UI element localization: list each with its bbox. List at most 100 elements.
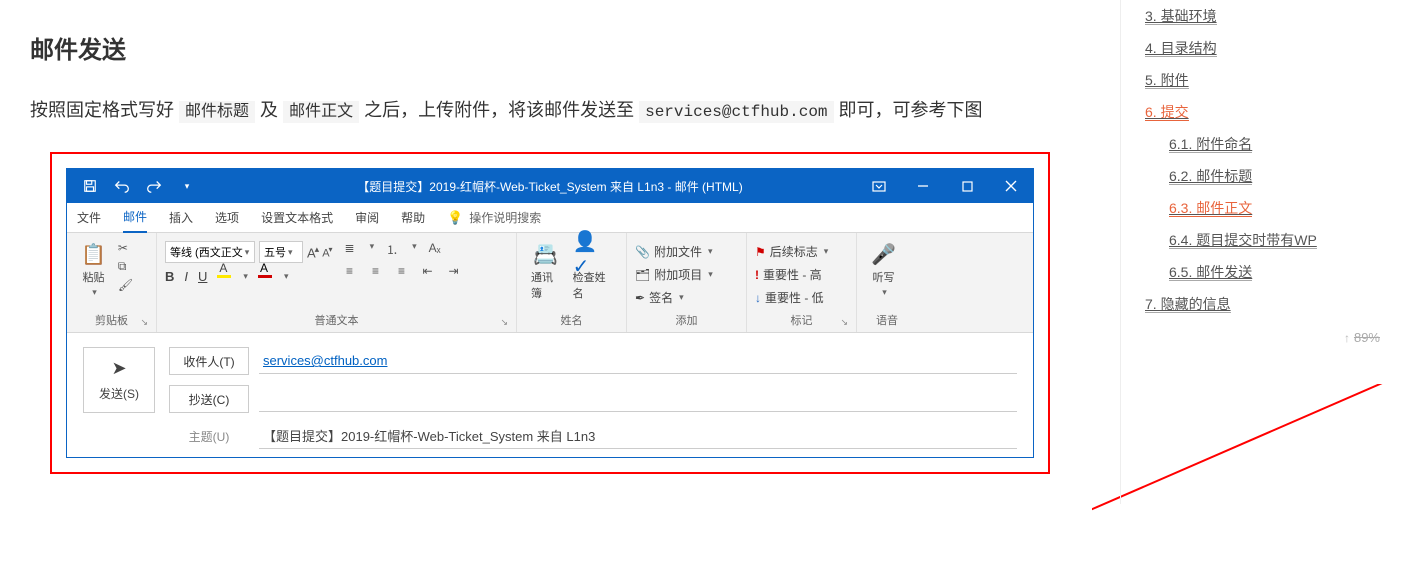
indent-right-icon[interactable]: ⇥ bbox=[446, 264, 462, 278]
align-left-icon[interactable]: ≡ bbox=[342, 264, 358, 278]
align-right-icon[interactable]: ≡ bbox=[394, 264, 410, 278]
to-input[interactable]: services@ctfhub.com bbox=[259, 348, 1017, 374]
outlook-window: ▾ 【题目提交】2019-红帽杯-Web-Ticket_System 来自 L1… bbox=[66, 168, 1034, 458]
undo-icon[interactable] bbox=[107, 171, 137, 201]
email-address: services@ctfhub.com bbox=[639, 101, 833, 123]
redo-icon[interactable] bbox=[139, 171, 169, 201]
group-voice: 语音 bbox=[865, 308, 909, 332]
cc-button[interactable]: 抄送(C) bbox=[169, 385, 249, 413]
arrow-down-icon: ↓ bbox=[755, 291, 761, 305]
toc-link[interactable]: 6. 提交 bbox=[1145, 104, 1189, 121]
font-size-select[interactable]: 五号▾ bbox=[259, 241, 303, 263]
text: 即可，可参考下图 bbox=[839, 100, 983, 120]
toc-item[interactable]: 5. 附件 bbox=[1145, 64, 1390, 96]
screenshot-figure: ▾ 【题目提交】2019-红帽杯-Web-Ticket_System 来自 L1… bbox=[50, 152, 1050, 474]
scroll-progress[interactable]: ↑ 89% bbox=[1344, 330, 1380, 345]
paste-label: 粘贴 bbox=[82, 269, 104, 285]
dialog-launcher-icon[interactable]: ↘ bbox=[140, 317, 148, 328]
checknames-button[interactable]: 👤✓ 检查姓名 bbox=[573, 241, 612, 301]
toc-link[interactable]: 6.4. 题目提交时带有WP bbox=[1169, 232, 1317, 249]
toc-item[interactable]: 6.4. 题目提交时带有WP bbox=[1145, 224, 1390, 256]
inline-code-body: 邮件正文 bbox=[283, 101, 359, 123]
dictate-label: 听写 bbox=[872, 269, 894, 285]
cc-input[interactable] bbox=[259, 386, 1017, 412]
maximize-icon[interactable] bbox=[945, 170, 989, 202]
toc-link[interactable]: 6.2. 邮件标题 bbox=[1169, 168, 1252, 185]
copy-icon[interactable]: ⧉ bbox=[118, 259, 133, 274]
tab-insert[interactable]: 插入 bbox=[169, 209, 193, 226]
inline-code-title: 邮件标题 bbox=[179, 101, 255, 123]
importance-high-button[interactable]: !重要性 - 高 bbox=[755, 264, 828, 285]
group-names: 姓名 bbox=[525, 308, 618, 332]
indent-left-icon[interactable]: ⇤ bbox=[420, 264, 436, 278]
toc-item[interactable]: 6.2. 邮件标题 bbox=[1145, 160, 1390, 192]
tab-format[interactable]: 设置文本格式 bbox=[261, 209, 333, 226]
highlight-button[interactable] bbox=[217, 275, 231, 278]
send-button[interactable]: ➤ 发送(S) bbox=[83, 347, 155, 413]
format-painter-icon[interactable]: 🖌 bbox=[118, 278, 133, 292]
ribbon-collapse-icon[interactable] bbox=[857, 170, 901, 202]
toc-sidebar: 3. 基础环境 4. 目录结构 5. 附件 6. 提交 6.1. 附件命名 6.2. 邮件… bbox=[1120, 0, 1400, 504]
dictate-button[interactable]: 🎤 听写 ▾ bbox=[871, 241, 896, 298]
dialog-launcher-icon[interactable]: ↘ bbox=[840, 317, 848, 328]
group-clipboard: 剪贴板 bbox=[95, 315, 128, 327]
tell-me-label: 操作说明搜索 bbox=[469, 209, 541, 226]
checknames-icon: 👤✓ bbox=[573, 241, 612, 267]
toc-link[interactable]: 3. 基础环境 bbox=[1145, 8, 1217, 25]
bold-button[interactable]: B bbox=[165, 269, 174, 284]
group-add: 添加 bbox=[635, 308, 738, 332]
toc-link[interactable]: 6.5. 邮件发送 bbox=[1169, 264, 1252, 281]
attach-item-button[interactable]: 🗂附加项目▾ bbox=[635, 264, 713, 285]
group-font: 普通文本 bbox=[315, 315, 359, 327]
toc-item[interactable]: 6.1. 附件命名 bbox=[1145, 128, 1390, 160]
italic-button[interactable]: I bbox=[184, 269, 188, 284]
bullets-icon[interactable]: ≣ bbox=[342, 241, 358, 258]
paste-button[interactable]: 📋 粘贴 ▾ bbox=[81, 241, 106, 298]
toc-item[interactable]: 6.3. 邮件正文 bbox=[1145, 192, 1390, 224]
importance-low-button[interactable]: ↓重要性 - 低 bbox=[755, 287, 828, 308]
minimize-icon[interactable] bbox=[901, 170, 945, 202]
tab-file[interactable]: 文件 bbox=[77, 209, 101, 226]
attach-file-button[interactable]: 📎附加文件▾ bbox=[635, 241, 713, 262]
underline-button[interactable]: U bbox=[198, 269, 207, 284]
toc-item[interactable]: 6.5. 邮件发送 bbox=[1145, 256, 1390, 288]
qat-dropdown-icon[interactable]: ▾ bbox=[171, 171, 201, 201]
toc-item[interactable]: 3. 基础环境 bbox=[1145, 0, 1390, 32]
signature-button[interactable]: ✒签名▾ bbox=[635, 287, 713, 308]
tab-help[interactable]: 帮助 bbox=[401, 209, 425, 226]
toc-item[interactable]: 4. 目录结构 bbox=[1145, 32, 1390, 64]
bulb-icon: 💡 bbox=[447, 210, 463, 226]
paragraph: 按照固定格式写好 邮件标题 及 邮件正文 之后，上传附件，将该邮件发送至 ser… bbox=[30, 89, 1090, 132]
toc-link[interactable]: 4. 目录结构 bbox=[1145, 40, 1217, 57]
toc-item[interactable]: 7. 隐藏的信息 bbox=[1145, 288, 1390, 320]
dialog-launcher-icon[interactable]: ↘ bbox=[500, 317, 508, 328]
toc-item[interactable]: 6. 提交 bbox=[1145, 96, 1390, 128]
to-button[interactable]: 收件人(T) bbox=[169, 347, 249, 375]
tab-options[interactable]: 选项 bbox=[215, 209, 239, 226]
checknames-label: 检查姓名 bbox=[573, 269, 612, 301]
grow-font-icon[interactable]: A▴ bbox=[307, 244, 318, 260]
toc-link[interactable]: 5. 附件 bbox=[1145, 72, 1189, 89]
clipboard-icon: 📋 bbox=[81, 241, 106, 267]
toc-link[interactable]: 6.3. 邮件正文 bbox=[1169, 200, 1252, 217]
followup-button[interactable]: ⚑后续标志▾ bbox=[755, 241, 828, 262]
tab-mail[interactable]: 邮件 bbox=[123, 203, 147, 233]
align-center-icon[interactable]: ≡ bbox=[368, 264, 384, 278]
cut-icon[interactable]: ✂ bbox=[118, 241, 133, 255]
addressbook-label: 通讯簿 bbox=[531, 269, 561, 301]
section-heading: 邮件发送 bbox=[30, 30, 1090, 65]
font-color-button[interactable] bbox=[258, 275, 272, 278]
addressbook-button[interactable]: 📇 通讯簿 bbox=[531, 241, 561, 301]
font-name-select[interactable]: 等线 (西文正文▾ bbox=[165, 241, 255, 263]
tab-review[interactable]: 审阅 bbox=[355, 209, 379, 226]
shrink-font-icon[interactable]: A▾ bbox=[322, 245, 331, 260]
subject-input[interactable]: 【题目提交】2019-红帽杯-Web-Ticket_System 来自 L1n3 bbox=[259, 423, 1017, 449]
toc-link[interactable]: 6.1. 附件命名 bbox=[1169, 136, 1252, 153]
clear-format-icon[interactable]: Aₓ bbox=[427, 241, 443, 258]
numbering-icon[interactable]: ⒈ bbox=[384, 241, 400, 258]
addressbook-icon: 📇 bbox=[533, 241, 558, 267]
tell-me[interactable]: 💡 操作说明搜索 bbox=[447, 209, 541, 226]
save-icon[interactable] bbox=[75, 171, 105, 201]
toc-link[interactable]: 7. 隐藏的信息 bbox=[1145, 296, 1231, 313]
close-icon[interactable] bbox=[989, 170, 1033, 202]
